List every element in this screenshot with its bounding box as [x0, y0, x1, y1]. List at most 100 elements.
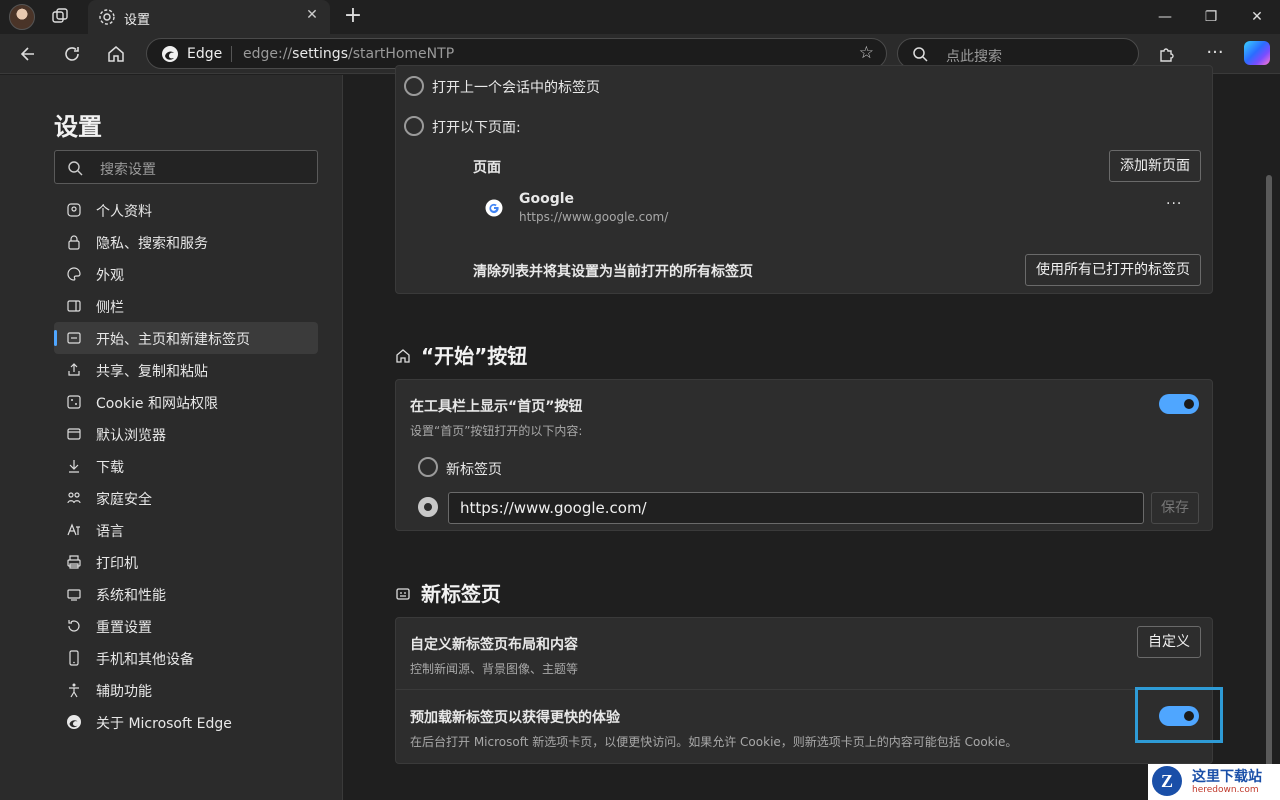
- home-sub-text: 设置“首页”按钮打开的以下内容:: [410, 424, 583, 438]
- sidebar-item-label: 系统和性能: [96, 588, 166, 604]
- watermark-logo: Z: [1152, 766, 1182, 796]
- content-scrollbar[interactable]: [1266, 175, 1272, 775]
- sidebar-item-label: 下载: [96, 460, 124, 476]
- sidebar-item-label: 外观: [96, 268, 124, 284]
- settings-sidebar: 设置 搜索设置 个人资料 隐私、搜索和服务外观侧栏开始、主页和新建标签页 共享、复制…: [0, 75, 343, 800]
- watermark-title: 这里下载站: [1192, 769, 1262, 785]
- show-home-label: 在工具栏上显示“首页”按钮: [410, 399, 583, 415]
- lock-icon: [66, 234, 82, 250]
- title-bar: 设置 ✕ + — ❐ ✕: [0, 0, 1280, 34]
- option-open-pages-label: 打开以下页面:: [432, 120, 521, 136]
- url-path: /startHomeNTP: [348, 46, 455, 62]
- gear-icon: [98, 8, 116, 30]
- sidebar-item-label: 开始、主页和新建标签页: [96, 332, 250, 348]
- sidebar-item-16[interactable]: 关于 Microsoft Edge: [54, 706, 318, 738]
- edge-logo-icon: [161, 45, 179, 67]
- startup-card: 打开上一个会话中的标签页 打开以下页面: 页面 添加新页面 Google htt…: [395, 65, 1213, 294]
- customize-ntp-label: 自定义新标签页布局和内容: [410, 637, 578, 653]
- option-last-session-label: 打开上一个会话中的标签页: [432, 80, 600, 96]
- home-icon: [395, 345, 411, 363]
- sidebar-item-label: 重置设置: [96, 620, 152, 636]
- favorite-star-icon[interactable]: ☆: [859, 43, 874, 63]
- settings-content: 打开上一个会话中的标签页 打开以下页面: 页面 添加新页面 Google htt…: [344, 65, 1280, 800]
- radio-last-session[interactable]: [404, 76, 424, 96]
- profile-avatar[interactable]: [9, 4, 35, 30]
- workspaces-icon[interactable]: [50, 7, 70, 27]
- sidebar-item-label: 共享、复制和粘贴: [96, 364, 208, 380]
- new-tab-card: 自定义新标签页布局和内容 控制新闻源、背景图像、主题等 自定义 预加载新标签页以…: [395, 617, 1214, 764]
- copilot-icon[interactable]: [1244, 41, 1270, 65]
- sidebar-item-7[interactable]: 默认浏览器: [54, 418, 318, 450]
- profile-icon: [66, 202, 82, 218]
- home-url-value: https://www.google.com/: [460, 499, 647, 517]
- page-title: 设置: [54, 113, 102, 141]
- sidebar-item-2[interactable]: 外观: [54, 258, 318, 290]
- close-window-button[interactable]: ✕: [1234, 0, 1280, 34]
- sidebar-item-14[interactable]: 手机和其他设备: [54, 642, 318, 674]
- radio-home-url[interactable]: [418, 497, 438, 517]
- sidebar-item-3[interactable]: 侧栏: [54, 290, 318, 322]
- sidebar-item-8[interactable]: 下载: [54, 450, 318, 482]
- accessibility-icon: [66, 682, 82, 698]
- home-url-input[interactable]: https://www.google.com/: [448, 492, 1144, 524]
- sidebar-item-1[interactable]: 隐私、搜索和服务: [54, 226, 318, 258]
- sidebar-item-5[interactable]: 共享、复制和粘贴: [54, 354, 318, 386]
- printer-icon: [66, 554, 82, 570]
- google-icon: [485, 199, 503, 221]
- page-name: Google: [519, 191, 575, 207]
- new-tab-button[interactable]: +: [340, 4, 366, 30]
- minimize-button[interactable]: —: [1142, 0, 1188, 34]
- home-new-tab-label: 新标签页: [446, 462, 502, 478]
- home-tab-icon: [66, 330, 82, 346]
- settings-search-input[interactable]: 搜索设置: [54, 150, 318, 184]
- home-section-title-text: “开始”按钮: [421, 344, 528, 368]
- sidebar-item-6[interactable]: Cookie 和网站权限: [54, 386, 318, 418]
- customize-ntp-sub: 控制新闻源、背景图像、主题等: [410, 662, 579, 676]
- sidebar-item-label: 打印机: [96, 556, 138, 572]
- page-url: https://www.google.com/: [519, 210, 669, 224]
- sidebar-item-label: 关于 Microsoft Edge: [96, 716, 232, 732]
- sidebar-item-label: 默认浏览器: [96, 428, 166, 444]
- sidebar-item-0[interactable]: 个人资料: [54, 194, 318, 226]
- sidebar-icon: [66, 298, 82, 314]
- customize-button[interactable]: 自定义: [1137, 626, 1201, 658]
- sidebar-item-4[interactable]: 开始、主页和新建标签页: [54, 322, 318, 354]
- home-button[interactable]: [101, 39, 131, 69]
- new-tab-page-icon: [395, 583, 411, 600]
- watermark: Z 这里下载站 heredown.com: [1148, 764, 1280, 800]
- sidebar-item-15[interactable]: 辅助功能: [54, 674, 318, 706]
- edge-icon: [66, 714, 82, 730]
- page-more-button[interactable]: ···: [1166, 196, 1182, 212]
- radio-home-new-tab[interactable]: [418, 457, 438, 477]
- show-home-toggle[interactable]: [1159, 394, 1199, 414]
- sidebar-item-label: Cookie 和网站权限: [96, 396, 218, 412]
- sidebar-item-13[interactable]: 重置设置: [54, 610, 318, 642]
- address-url: edge://settings/startHomeNTP: [243, 46, 454, 62]
- add-new-page-button[interactable]: 添加新页面: [1109, 150, 1201, 182]
- refresh-button[interactable]: [57, 39, 87, 69]
- sidebar-item-label: 手机和其他设备: [96, 652, 194, 668]
- sidebar-item-12[interactable]: 系统和性能: [54, 578, 318, 610]
- pages-header: 页面: [473, 160, 501, 176]
- home-icon: [108, 46, 124, 62]
- sidebar-item-9[interactable]: 家庭安全: [54, 482, 318, 514]
- save-button[interactable]: 保存: [1151, 492, 1199, 524]
- back-button[interactable]: [13, 39, 43, 69]
- address-separator: [231, 46, 232, 62]
- sidebar-item-10[interactable]: 语言: [54, 514, 318, 546]
- browser-icon: [66, 426, 82, 442]
- radio-open-pages[interactable]: [404, 116, 424, 136]
- address-brand: Edge: [187, 46, 223, 62]
- search-placeholder: 点此搜索: [946, 49, 1002, 65]
- preload-ntp-label: 预加载新标签页以获得更快的体验: [410, 710, 620, 726]
- reset-icon: [66, 618, 82, 634]
- tab-title: 设置: [124, 13, 151, 28]
- watermark-url: heredown.com: [1192, 785, 1259, 795]
- restore-button[interactable]: ❐: [1188, 0, 1234, 34]
- search-icon: [912, 46, 928, 66]
- ntp-section-title-text: 新标签页: [421, 582, 501, 606]
- use-all-open-tabs-button[interactable]: 使用所有已打开的标签页: [1025, 254, 1201, 286]
- tab-settings[interactable]: 设置 ✕: [88, 0, 330, 34]
- sidebar-item-11[interactable]: 打印机: [54, 546, 318, 578]
- close-tab-icon[interactable]: ✕: [302, 7, 322, 23]
